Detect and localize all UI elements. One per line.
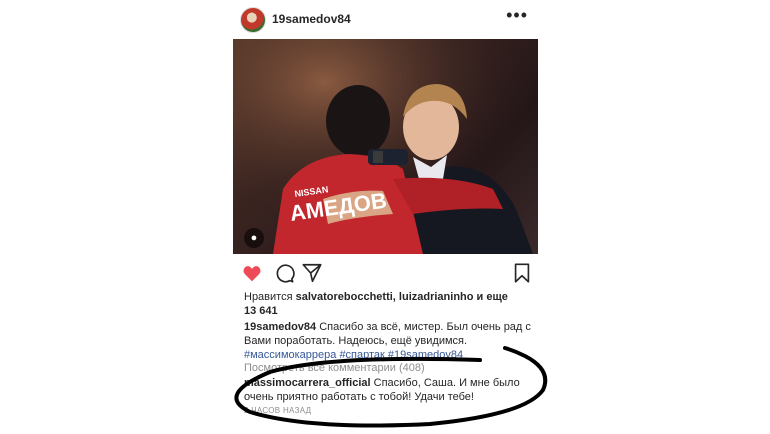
comment-icon[interactable] [273,262,295,284]
post-caption: 19samedov84 Спасибо за всё, мистер. Был … [244,320,534,362]
share-icon[interactable] [301,262,323,284]
post-username[interactable]: 19samedov84 [272,12,351,26]
post-timestamp: 2 ЧАСОВ НАЗАД [244,406,312,415]
likes-prefix: Нравится [244,291,296,303]
view-all-comments-link[interactable]: Посмотреть все комментарии (408) [244,362,425,374]
post-header: 19samedov84 ••• [240,6,540,36]
comment-item: massimocarrera_official Спасибо, Саша. И… [244,376,536,404]
ellipsis-icon[interactable]: ••• [506,6,528,24]
likes-users[interactable]: salvatorebocchetti, luizadrianinho [296,291,474,303]
action-bar [241,262,531,284]
likes-and-more: и еще [473,291,508,303]
likes-count[interactable]: 13 641 [244,305,278,317]
person-tag-icon[interactable]: ● [244,228,264,248]
heart-icon[interactable] [241,262,263,284]
comment-username[interactable]: massimocarrera_official [244,377,371,389]
caption-username[interactable]: 19samedov84 [244,321,316,333]
avatar[interactable] [240,7,266,33]
post-photo[interactable]: NISSAN АМЕДОВ ● [233,39,538,254]
likes-line: Нравится salvatorebocchetti, luizadriani… [244,290,534,318]
photo-illustration: NISSAN АМЕДОВ [233,39,538,254]
caption-hashtags[interactable]: #массимокаррера #спартак #19samedov84 [244,349,463,361]
bookmark-icon[interactable] [511,262,533,284]
